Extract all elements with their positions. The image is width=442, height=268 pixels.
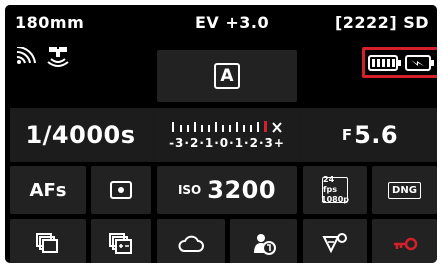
- focus-mode-tile[interactable]: AFs: [10, 166, 86, 214]
- battery-icon: [368, 54, 402, 72]
- video-format-tile[interactable]: 24 fps 1080p: [303, 166, 367, 214]
- iso-label: ISO: [177, 183, 202, 197]
- metering-mode-tile[interactable]: [91, 166, 151, 214]
- iso-tile[interactable]: ISO 3200: [157, 166, 297, 214]
- key-lock-icon: [392, 236, 418, 252]
- drive-mode-icon: [36, 232, 60, 255]
- drive-mode-tile[interactable]: [10, 219, 86, 263]
- focus-peaking-icon: [322, 232, 348, 255]
- exposure-scale-values: -3·2·1·0·1·2·3+: [169, 136, 285, 150]
- shutter-speed: 1/4000s: [25, 121, 136, 149]
- exposure-scale-tile[interactable]: -3·2·1·0·1·2·3+: [157, 109, 297, 161]
- focus-mode: AFs: [29, 179, 67, 201]
- exposure-mode-tile[interactable]: A: [157, 50, 297, 102]
- key-lock-tile[interactable]: [372, 219, 437, 263]
- ev-value: +3.0: [225, 13, 270, 32]
- focal-length: 180mm: [15, 13, 85, 32]
- ev-label: EV: [195, 13, 220, 32]
- white-balance-cloud-icon: [178, 235, 204, 253]
- file-format-tile[interactable]: DNG: [372, 166, 437, 214]
- aperture-value: 5.6: [354, 121, 399, 149]
- sd-card-battery-icon: [405, 54, 435, 72]
- shutter-speed-tile[interactable]: 1/4000s: [10, 109, 151, 161]
- white-balance-tile[interactable]: [157, 219, 225, 263]
- iso-value: 3200: [207, 176, 277, 204]
- exposure-bracketing-icon: [109, 232, 133, 255]
- video-fps: 24 fps: [323, 175, 337, 194]
- top-status-bar: 180mm EV +3.0 [2222] SD: [5, 5, 437, 45]
- user-profile-icon: [252, 233, 276, 255]
- focus-peaking-tile[interactable]: [303, 219, 367, 263]
- video-format-badge: 24 fps 1080p: [321, 175, 349, 204]
- aperture-prefix: F: [341, 126, 353, 144]
- spot-metering-icon: [110, 181, 132, 199]
- battery-highlight: [362, 47, 437, 78]
- exposure-mode-badge: A: [214, 63, 240, 89]
- exposure-scale-ticks: [168, 120, 286, 134]
- user-profile-tile[interactable]: [230, 219, 297, 263]
- remaining-storage: [2222] SD: [334, 13, 429, 32]
- video-res: 1080p: [321, 195, 349, 204]
- exposure-bracketing-tile[interactable]: [91, 219, 151, 263]
- file-format-badge: DNG: [388, 181, 421, 199]
- camera-status-screen: 180mm EV +3.0 [2222] SD A 1/4000s -3·2·1…: [0, 0, 442, 268]
- ev-display: EV +3.0: [195, 13, 269, 32]
- gps-satellite-icon: [45, 45, 71, 69]
- wifi-icon: [15, 47, 41, 65]
- aperture-tile[interactable]: F 5.6: [303, 109, 437, 161]
